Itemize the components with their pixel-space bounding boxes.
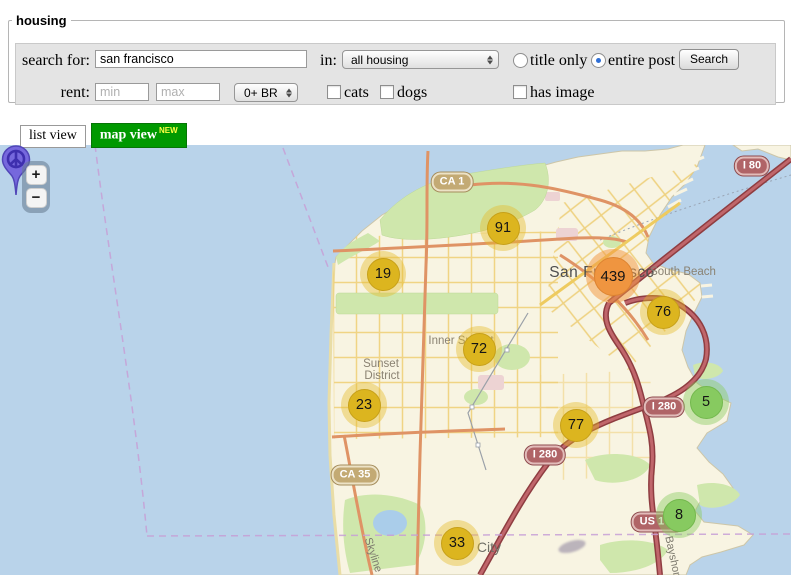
in-label: in: [320,52,337,69]
cluster-count: 8 [662,498,696,532]
search-form: search for: in: all housing title only e… [15,43,776,105]
category-select-value: all housing [351,52,409,67]
rent-min-input[interactable] [95,83,149,101]
cluster-marker[interactable]: 76 [640,289,686,335]
cluster-count: 33 [440,526,474,560]
hood-label-district: District [364,370,400,382]
route-shield-i80: I 80 [734,156,770,176]
hood-label-south-beach: South Beach [650,266,716,278]
map-canvas[interactable]: San Francisco South Beach Inner Sunset S… [0,145,791,575]
rent-label: rent: [60,84,90,101]
cluster-count: 77 [559,408,593,442]
page: housing search for: in: all housing titl… [0,0,791,575]
tab-map-view[interactable]: map view NEW [90,123,187,148]
cluster-marker[interactable]: 91 [480,205,526,251]
cluster-count: 5 [689,385,723,419]
cats-label: cats [344,84,369,101]
view-tabs: list view map view NEW [20,123,187,148]
housing-fieldset: housing search for: in: all housing titl… [8,13,785,105]
title-only-radio[interactable] [513,53,528,68]
entire-post-label: entire post [608,52,676,69]
cluster-marker[interactable]: 77 [553,402,599,448]
map-zoom-control: + − [22,161,50,213]
select-stepper-icon [286,88,292,97]
dogs-label: dogs [397,84,428,101]
bedrooms-select[interactable]: 0+ BR [234,83,298,102]
cluster-marker[interactable]: 33 [434,520,480,566]
zoom-in-button[interactable]: + [25,165,47,185]
search-input[interactable] [95,50,307,68]
route-shield-i280-south: I 280 [524,445,566,465]
cluster-marker[interactable]: 439 [586,249,640,303]
category-select[interactable]: all housing [342,50,499,69]
rent-max-input[interactable] [156,83,220,101]
cats-checkbox[interactable] [327,85,341,99]
has-image-checkbox[interactable] [513,85,527,99]
select-stepper-icon [487,55,493,64]
new-badge: NEW [159,126,178,135]
search-button[interactable]: Search [679,49,740,70]
hood-label-sunset: Sunset [363,358,399,370]
housing-legend: housing [16,13,67,28]
cluster-count: 19 [366,257,400,291]
tab-map-view-label: map view [99,127,158,143]
route-shield-ca35: CA 35 [331,465,379,485]
cluster-count: 91 [486,211,520,245]
bedrooms-select-value: 0+ BR [244,85,278,100]
cluster-count: 76 [646,295,680,329]
cluster-marker[interactable]: 72 [456,326,502,372]
cluster-marker[interactable]: 23 [341,382,387,428]
cluster-marker[interactable]: 8 [656,492,702,538]
cluster-count: 72 [462,332,496,366]
cluster-count: 439 [593,256,633,296]
route-shield-i280-east: I 280 [643,397,685,417]
cluster-marker[interactable]: 5 [683,379,729,425]
has-image-label: has image [530,84,595,101]
entire-post-radio[interactable] [591,53,606,68]
search-for-label: search for: [22,52,90,69]
cluster-marker[interactable]: 19 [360,251,406,297]
cluster-count: 23 [347,388,381,422]
zoom-out-button[interactable]: − [25,188,47,208]
title-only-label: title only [530,52,588,69]
dogs-checkbox[interactable] [380,85,394,99]
route-shield-ca1: CA 1 [431,172,473,192]
